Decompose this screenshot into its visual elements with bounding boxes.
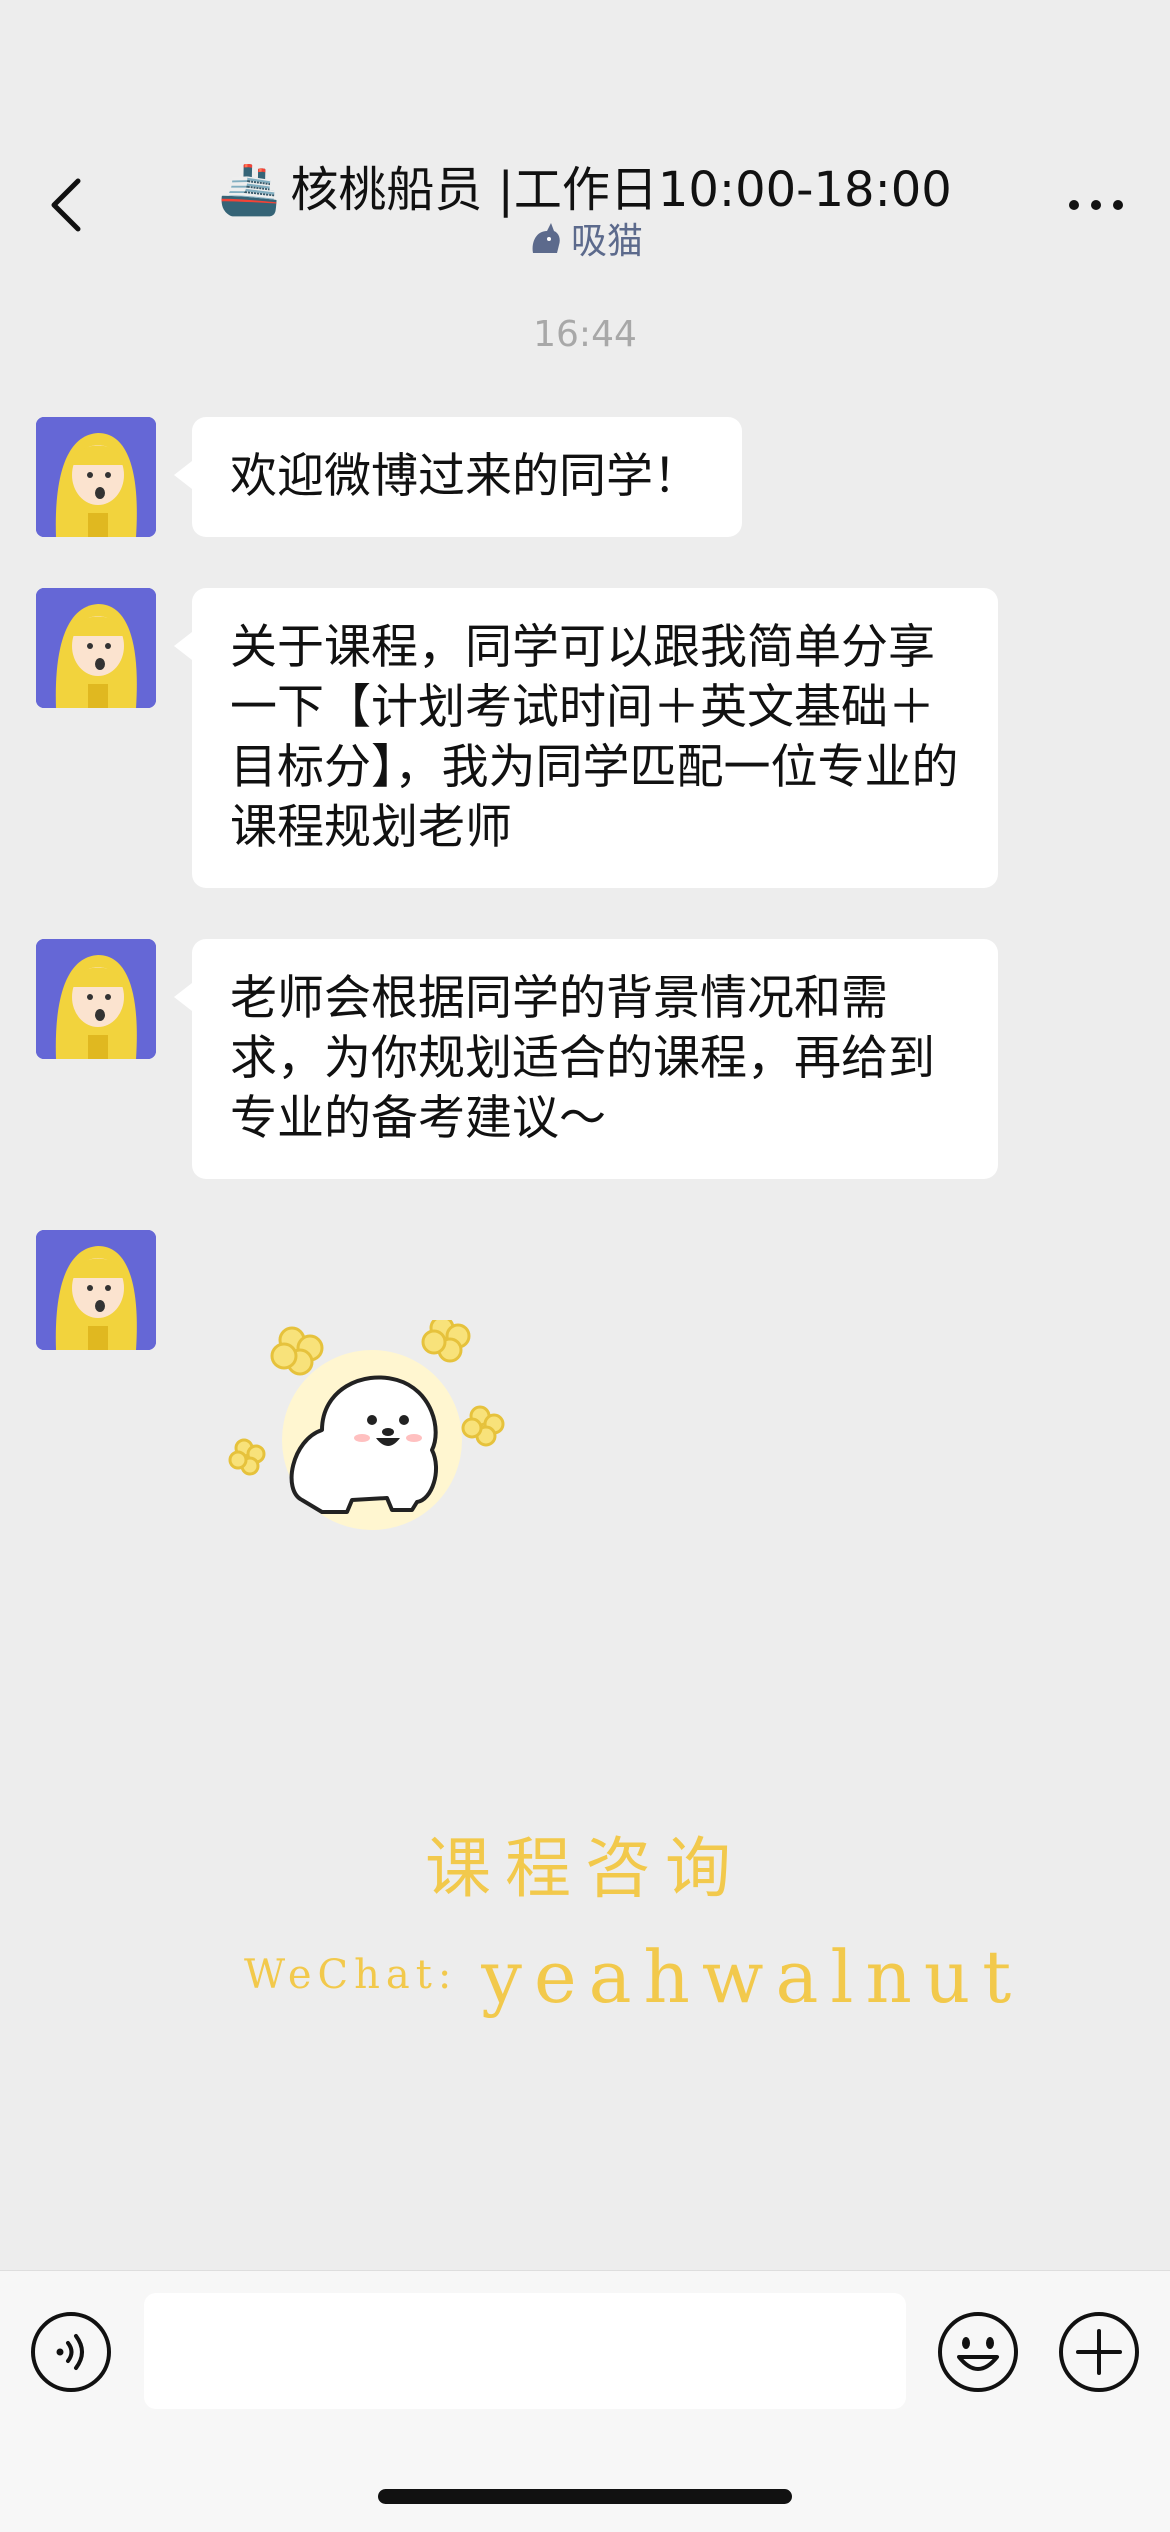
watermark-title: 课程咨询 (425, 1830, 745, 1907)
watermark-label: WeChat: (244, 1952, 458, 1998)
message-bubble[interactable]: 欢迎微博过来的同学！ (174, 417, 742, 537)
message-bubble[interactable]: 老师会根据同学的背景情况和需求，为你规划适合的课程，再给到专业的备考建议～ (174, 939, 998, 1179)
message-text: 关于课程，同学可以跟我简单分享一下【计划考试时间＋英文基础＋目标分】，我为同学匹… (230, 620, 959, 855)
plus-button[interactable] (1058, 2311, 1140, 2393)
avatar[interactable] (36, 939, 156, 1059)
ship-icon: 🚢 (218, 160, 281, 218)
message-text: 欢迎微博过来的同学！ (230, 449, 700, 504)
more-dot (1091, 200, 1101, 210)
message-text: 老师会根据同学的背景情况和需求，为你规划适合的课程，再给到专业的备考建议～ (230, 971, 935, 1146)
message-timestamp: 16:44 (533, 314, 637, 355)
avatar-image (36, 417, 156, 537)
avatar[interactable] (36, 417, 156, 537)
avatar-image (36, 1230, 156, 1350)
emoji-icon (938, 2312, 1018, 2392)
more-dot (1113, 200, 1123, 210)
dog-sticker-image (228, 1315, 505, 1530)
chat-title: 🚢 核桃船员 |工作日10:00-18:00 (0, 150, 1170, 220)
home-indicator[interactable] (378, 2489, 792, 2504)
chat-subtitle: 吸猫 (0, 212, 1170, 264)
avatar-image (36, 939, 156, 1059)
dog-sticker[interactable] (222, 1315, 522, 1560)
cat-icon (532, 223, 560, 253)
more-button[interactable] (1056, 180, 1136, 230)
chat-screen: 🚢 核桃船员 |工作日10:00-18:00 吸猫 16:44 欢迎微博过来的同… (0, 0, 1170, 2532)
voice-icon (31, 2312, 111, 2392)
avatar[interactable] (36, 588, 156, 708)
voice-button[interactable] (30, 2311, 112, 2393)
emoji-button[interactable] (937, 2311, 1019, 2393)
avatar-image (36, 588, 156, 708)
watermark-id: yeahwalnut (481, 1935, 1024, 2019)
avatar[interactable] (36, 1230, 156, 1350)
watermark-wechat: WeChat: yeahwalnut (244, 1935, 1023, 2019)
chat-subtitle-text: 吸猫 (570, 221, 643, 262)
message-input[interactable] (144, 2293, 906, 2409)
message-bubble[interactable]: 关于课程，同学可以跟我简单分享一下【计划考试时间＋英文基础＋目标分】，我为同学匹… (174, 588, 998, 888)
chat-title-text: 核桃船员 |工作日10:00-18:00 (290, 162, 952, 218)
more-dot (1069, 200, 1079, 210)
plus-icon (1059, 2312, 1139, 2392)
